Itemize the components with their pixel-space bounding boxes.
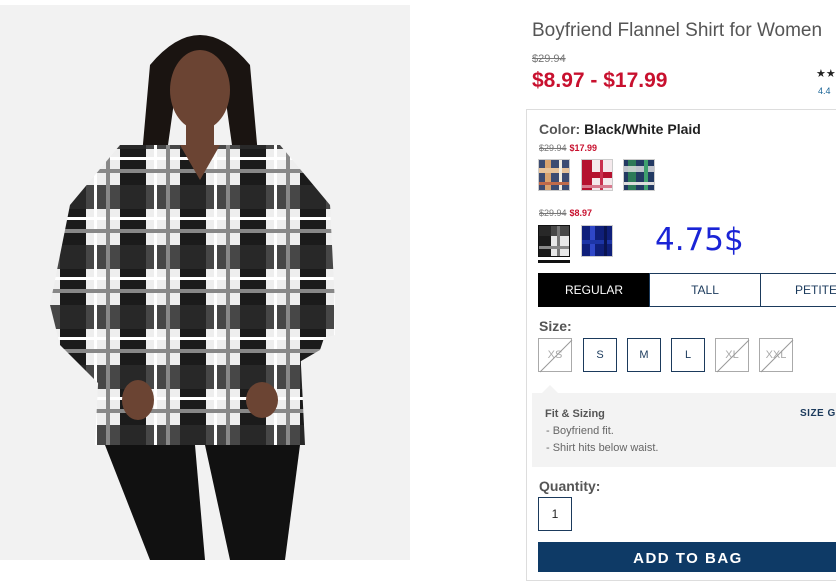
swatch-plaid-red-white[interactable]	[581, 159, 613, 191]
swatch-group-was-price: $29.94	[539, 143, 567, 153]
tab-regular[interactable]: REGULAR	[538, 273, 650, 307]
selected-swatch-indicator	[538, 260, 570, 263]
quantity-label: Quantity:	[539, 478, 601, 494]
swatch-plaid-tan-navy[interactable]	[538, 159, 570, 191]
product-image	[0, 5, 410, 560]
fit-box-pointer	[542, 385, 558, 393]
add-to-bag-button[interactable]: ADD TO BAG	[538, 542, 836, 572]
size-option-label: M	[639, 349, 649, 361]
swatch-group-was-price: $29.94	[539, 208, 567, 218]
size-guide-link[interactable]: SIZE GU	[800, 408, 836, 419]
color-selection: Color: Black/White Plaid	[539, 121, 701, 137]
color-value: Black/White Plaid	[584, 121, 701, 137]
swatch-group-price: $29.94 $17.99	[539, 143, 597, 153]
size-option-m[interactable]: M	[627, 338, 661, 372]
rating-stars-icon[interactable]: ★★	[816, 67, 836, 80]
swatch-group-price-2: $29.94 $8.97	[539, 208, 592, 218]
sale-price-range: $8.97 - $17.99	[532, 69, 668, 92]
original-price: $29.94	[532, 53, 566, 65]
overlay-price-text: 4.75$	[655, 222, 744, 258]
swatch-group-now-price: $17.99	[569, 143, 598, 153]
size-label: Size:	[539, 318, 572, 334]
quantity-input[interactable]: 1	[538, 497, 572, 531]
swatch-plaid-green-navy[interactable]	[623, 159, 655, 191]
tab-tall[interactable]: TALL	[649, 273, 761, 307]
fit-tabs: REGULAR TALL PETITE	[538, 273, 836, 307]
size-option-xs[interactable]: XS	[538, 338, 573, 373]
size-option-label: L	[684, 349, 692, 361]
rating-value[interactable]: 4.4	[818, 86, 831, 96]
swatch-plaid-black-white[interactable]	[538, 225, 570, 257]
swatch-group-now-price: $8.97	[569, 208, 593, 218]
color-label: Color:	[539, 121, 581, 137]
size-option-xl[interactable]: XL	[715, 338, 750, 373]
swatch-plaid-navy-blue[interactable]	[581, 225, 613, 257]
fit-sizing-title: Fit & Sizing	[545, 408, 605, 420]
tab-petite[interactable]: PETITE	[760, 273, 836, 307]
fit-detail-item: - Shirt hits below waist.	[546, 442, 659, 454]
size-option-label: S	[596, 349, 604, 361]
size-option-l[interactable]: L	[671, 338, 705, 372]
size-option-xxl[interactable]: XXL	[759, 338, 794, 373]
product-title: Boyfriend Flannel Shirt for Women	[532, 20, 823, 41]
fit-detail-item: - Boyfriend fit.	[546, 425, 614, 437]
size-option-s[interactable]: S	[583, 338, 617, 372]
